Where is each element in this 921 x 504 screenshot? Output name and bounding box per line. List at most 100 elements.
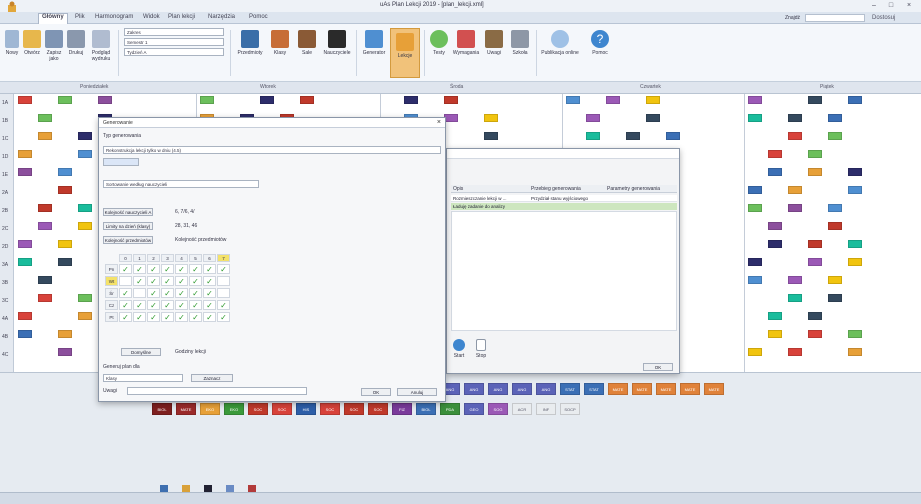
hour-checkbox[interactable]: ✓ — [133, 264, 146, 274]
lesson-tile[interactable] — [444, 114, 458, 122]
notes-button[interactable]: Uwagi — [482, 30, 506, 56]
hour-checkbox[interactable]: ✓ — [147, 312, 160, 322]
lesson-tile[interactable] — [788, 186, 802, 194]
lesson-tile[interactable] — [768, 240, 782, 248]
unplaced-lesson-tile[interactable]: BIOL — [416, 403, 436, 415]
unplaced-lesson-tile[interactable]: ANG — [464, 383, 484, 395]
hour-checkbox[interactable]: ✓ — [147, 264, 160, 274]
tab-plan-lekcji[interactable]: Plan lekcji — [165, 14, 198, 20]
unplaced-lesson-tile[interactable]: PDA — [440, 403, 460, 415]
lesson-tile[interactable] — [38, 222, 52, 230]
lesson-tile[interactable] — [808, 150, 822, 158]
lesson-tile[interactable] — [18, 258, 32, 266]
lessons-button[interactable]: Lekcje — [390, 28, 420, 78]
lesson-tile[interactable] — [98, 96, 112, 104]
tests-button[interactable]: Testy — [428, 30, 450, 56]
hour-checkbox[interactable]: ✓ — [217, 300, 230, 310]
hour-checkbox[interactable] — [133, 288, 146, 298]
hour-checkbox[interactable]: ✓ — [119, 312, 132, 322]
unplaced-lesson-tile[interactable]: ANG — [512, 383, 532, 395]
column-header-progress[interactable]: Przebieg generowania — [531, 186, 581, 192]
hour-checkbox[interactable]: ✓ — [161, 288, 174, 298]
generator-button[interactable]: Generator — [360, 30, 388, 56]
print-preview-button[interactable]: Podgląd wydruku — [88, 30, 114, 62]
lesson-tile[interactable] — [484, 114, 498, 122]
teacher-order-button[interactable]: Kolejność nauczycieli A — [103, 208, 153, 216]
hour-checkbox[interactable]: ✓ — [161, 264, 174, 274]
lesson-tile[interactable] — [828, 294, 842, 302]
lesson-tile[interactable] — [808, 240, 822, 248]
list-item[interactable]: Ładuję zadanie do analizy — [451, 203, 677, 210]
column-header-description[interactable]: Opis — [453, 186, 463, 192]
target-select[interactable]: Klasy — [103, 374, 183, 382]
lesson-tile[interactable] — [200, 96, 214, 104]
sort-select[interactable]: Sortowanie według nauczycieli — [103, 180, 259, 188]
lesson-tile[interactable] — [404, 96, 418, 104]
subjects-button[interactable]: Przedmioty — [236, 30, 264, 56]
lesson-tile[interactable] — [18, 168, 32, 176]
lesson-tile[interactable] — [58, 240, 72, 248]
lesson-tile[interactable] — [848, 96, 862, 104]
lesson-tile[interactable] — [58, 348, 72, 356]
lesson-tile[interactable] — [808, 312, 822, 320]
hour-checkbox[interactable]: ✓ — [119, 288, 132, 298]
lesson-tile[interactable] — [808, 330, 822, 338]
unplaced-lesson-tile[interactable]: SOC — [248, 403, 268, 415]
lesson-tile[interactable] — [748, 348, 762, 356]
hour-checkbox[interactable]: ✓ — [161, 312, 174, 322]
lesson-tile[interactable] — [788, 132, 802, 140]
lesson-tile[interactable] — [768, 330, 782, 338]
unplaced-lesson-tile[interactable]: STAT — [560, 383, 580, 395]
unplaced-lesson-tile[interactable]: HIS — [296, 403, 316, 415]
lesson-tile[interactable] — [666, 132, 680, 140]
rooms-button[interactable]: Sale — [296, 30, 318, 56]
hour-checkbox[interactable]: ✓ — [133, 276, 146, 286]
select-button[interactable]: Zaznacz — [191, 374, 233, 382]
lesson-tile[interactable] — [848, 168, 862, 176]
start-button[interactable]: Start — [451, 339, 467, 359]
unplaced-lesson-tile[interactable]: BIOL — [152, 403, 172, 415]
notes-input[interactable] — [127, 387, 307, 395]
lesson-tile[interactable] — [828, 132, 842, 140]
minimize-button[interactable]: – — [868, 2, 880, 10]
lesson-tile[interactable] — [38, 276, 52, 284]
lesson-tile[interactable] — [748, 204, 762, 212]
lesson-tile[interactable] — [38, 114, 52, 122]
hour-checkbox[interactable]: ✓ — [133, 312, 146, 322]
teachers-button[interactable]: Nauczyciele — [322, 30, 352, 56]
lesson-tile[interactable] — [18, 312, 32, 320]
lesson-tile[interactable] — [748, 96, 762, 104]
lesson-tile[interactable] — [260, 96, 274, 104]
unplaced-lesson-tile[interactable]: SOG — [488, 403, 508, 415]
lesson-tile[interactable] — [828, 276, 842, 284]
period-select[interactable] — [103, 158, 139, 166]
lesson-tile[interactable] — [18, 330, 32, 338]
hour-checkbox[interactable]: ✓ — [175, 276, 188, 286]
unplaced-lesson-tile[interactable]: SOCP — [560, 403, 580, 415]
lesson-tile[interactable] — [828, 114, 842, 122]
lesson-tile[interactable] — [768, 150, 782, 158]
tab-glowny[interactable]: Główny — [38, 13, 68, 24]
lesson-tile[interactable] — [78, 222, 92, 230]
tab-plik[interactable]: Plik — [72, 14, 88, 20]
lesson-tile[interactable] — [848, 258, 862, 266]
hour-checkbox[interactable]: ✓ — [175, 288, 188, 298]
unplaced-lesson-tile[interactable]: ANG — [488, 383, 508, 395]
customize-link[interactable]: Dostosuj — [872, 15, 895, 21]
tab-pomoc[interactable]: Pomoc — [246, 14, 271, 20]
lesson-tile[interactable] — [788, 294, 802, 302]
hour-checkbox[interactable]: ✓ — [203, 300, 216, 310]
lesson-tile[interactable] — [848, 240, 862, 248]
lesson-tile[interactable] — [748, 114, 762, 122]
hour-checkbox[interactable]: ✓ — [119, 300, 132, 310]
lesson-tile[interactable] — [58, 96, 72, 104]
lesson-tile[interactable] — [788, 276, 802, 284]
cancel-button[interactable]: Anuluj — [397, 388, 437, 396]
lesson-tile[interactable] — [38, 132, 52, 140]
lesson-tile[interactable] — [646, 114, 660, 122]
print-button[interactable]: Drukuj — [66, 30, 86, 56]
lesson-tile[interactable] — [58, 330, 72, 338]
unplaced-lesson-tile[interactable]: EKO — [224, 403, 244, 415]
lesson-tile[interactable] — [748, 258, 762, 266]
hour-checkbox[interactable]: ✓ — [203, 288, 216, 298]
